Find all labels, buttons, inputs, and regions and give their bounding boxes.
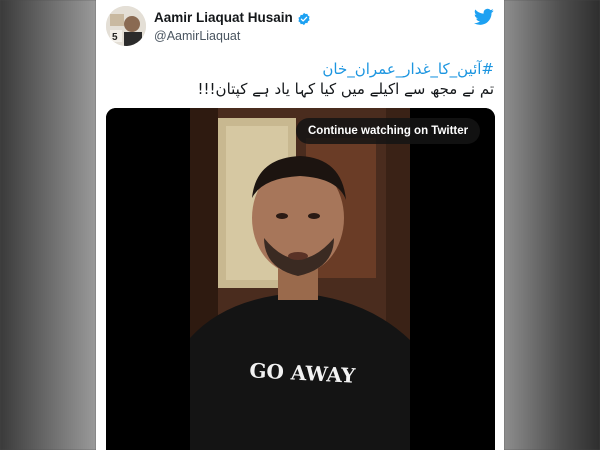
author-name[interactable]: Aamir Liaquat Husain [154,10,293,25]
continue-watching-button[interactable]: Continue watching on Twitter [296,118,481,144]
blurred-background-left [0,0,96,450]
author-avatar[interactable]: 5 [106,6,146,46]
twitter-bird-icon[interactable] [473,8,494,26]
author-handle[interactable]: @AamirLiaquat [154,29,240,43]
video-frame: GO AWAY [106,108,495,450]
blurred-background-right [504,0,600,450]
author-name-row[interactable]: Aamir Liaquat Husain [154,10,311,25]
hashtag-link[interactable]: #آئین_کا_غدار_عمران_خان [322,60,494,78]
verified-badge-icon [297,11,311,25]
video-player[interactable]: GO AWAY Continue watching on Twitter [106,108,495,450]
tweet-text: تم نے مجھ سے اکیلے میں کیا کہا یاد ہے کپ… [197,80,494,98]
tweet-card[interactable]: 5 Aamir Liaquat Husain @AamirLiaquat #آئ… [96,0,504,450]
avatar-number: 5 [112,32,118,43]
avatar-image: 5 [106,6,146,46]
